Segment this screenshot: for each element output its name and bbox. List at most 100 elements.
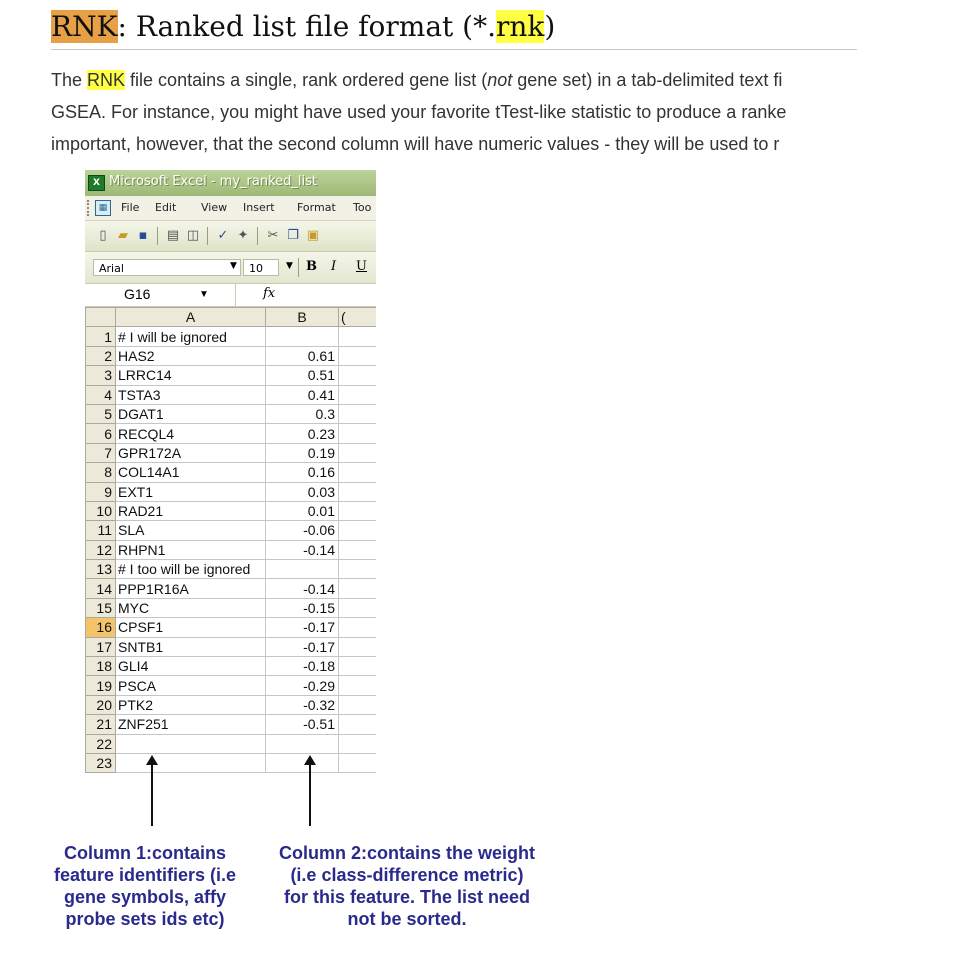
cell-c[interactable] — [338, 617, 376, 638]
row-header[interactable]: 14 — [85, 578, 116, 599]
cell-c[interactable] — [338, 481, 376, 502]
cell-c[interactable] — [338, 442, 376, 464]
cell-c[interactable] — [338, 752, 376, 774]
row-header[interactable]: 19 — [85, 675, 116, 696]
row-header[interactable]: 11 — [85, 520, 116, 541]
cell-a[interactable] — [115, 733, 266, 754]
print-icon[interactable]: ▤ — [165, 228, 181, 244]
row-header[interactable]: 16 — [85, 617, 116, 638]
menu-view[interactable]: View — [201, 201, 227, 214]
save-icon[interactable]: ▪ — [135, 228, 151, 244]
cell-c[interactable] — [338, 345, 376, 367]
cell-b[interactable]: -0.17 — [265, 617, 339, 638]
cell-b[interactable]: 0.3 — [265, 403, 339, 425]
row-header[interactable]: 13 — [85, 559, 116, 580]
menu-insert[interactable]: Insert — [243, 201, 275, 214]
cell-c[interactable] — [338, 384, 376, 405]
cell-c[interactable] — [338, 462, 376, 483]
row-header[interactable]: 15 — [85, 597, 116, 619]
cell-c[interactable] — [338, 559, 376, 580]
cell-c[interactable] — [338, 675, 376, 696]
menu-edit[interactable]: Edit — [155, 201, 176, 214]
cell-b[interactable]: -0.14 — [265, 578, 339, 599]
paste-icon[interactable]: ▣ — [305, 228, 321, 244]
cell-c[interactable] — [338, 714, 376, 735]
name-box-dropdown-icon[interactable]: ▼ — [199, 289, 209, 300]
cell-c[interactable] — [338, 403, 376, 425]
row-header[interactable]: 20 — [85, 694, 116, 716]
cell-c[interactable] — [338, 423, 376, 444]
cell-a[interactable]: GLI4 — [115, 656, 266, 677]
row-header[interactable]: 12 — [85, 539, 116, 561]
menu-file[interactable]: File — [121, 201, 139, 214]
cell-c[interactable] — [338, 656, 376, 677]
cell-a[interactable]: ZNF251 — [115, 714, 266, 735]
cell-b[interactable] — [265, 733, 339, 754]
cell-b[interactable]: -0.18 — [265, 656, 339, 677]
name-box[interactable]: G16 ▼ — [85, 284, 236, 306]
row-header[interactable]: 2 — [85, 345, 116, 367]
cell-a[interactable]: DGAT1 — [115, 403, 266, 425]
row-header[interactable]: 1 — [85, 326, 116, 347]
cell-b[interactable] — [265, 559, 339, 580]
cell-a[interactable]: PPP1R16A — [115, 578, 266, 599]
cell-a[interactable]: MYC — [115, 597, 266, 619]
cell-b[interactable]: -0.14 — [265, 539, 339, 561]
row-header[interactable]: 8 — [85, 462, 116, 483]
cell-a[interactable]: # I will be ignored — [115, 326, 266, 347]
row-header[interactable]: 18 — [85, 656, 116, 677]
cell-b[interactable] — [265, 752, 339, 774]
workbook-icon[interactable]: ▦ — [95, 200, 111, 216]
font-size-box[interactable]: 10 — [243, 259, 279, 276]
cell-a[interactable]: PSCA — [115, 675, 266, 696]
cell-b[interactable]: 0.23 — [265, 423, 339, 444]
research-icon[interactable]: ✦ — [235, 228, 251, 244]
function-icon[interactable]: fx — [263, 286, 275, 301]
cell-c[interactable] — [338, 520, 376, 541]
cell-a[interactable]: EXT1 — [115, 481, 266, 502]
cell-c[interactable] — [338, 733, 376, 754]
cell-c[interactable] — [338, 539, 376, 561]
cell-a[interactable]: RHPN1 — [115, 539, 266, 561]
menu-tools[interactable]: Too — [353, 201, 371, 214]
menu-format[interactable]: Format — [297, 201, 336, 214]
cell-c[interactable] — [338, 326, 376, 347]
corner-cell[interactable] — [85, 306, 116, 328]
font-name-box[interactable]: Arial — [93, 259, 241, 276]
cell-a[interactable]: GPR172A — [115, 442, 266, 464]
cell-a[interactable]: RAD21 — [115, 500, 266, 522]
underline-button[interactable]: U — [356, 259, 367, 274]
cell-c[interactable] — [338, 597, 376, 619]
cell-b[interactable]: -0.29 — [265, 675, 339, 696]
cell-b[interactable]: 0.01 — [265, 500, 339, 522]
cell-a[interactable]: CPSF1 — [115, 617, 266, 638]
cell-b[interactable]: 0.03 — [265, 481, 339, 502]
cell-a[interactable]: TSTA3 — [115, 384, 266, 405]
cell-b[interactable] — [265, 326, 339, 347]
cell-a[interactable]: HAS2 — [115, 345, 266, 367]
italic-button[interactable]: I — [331, 259, 336, 274]
cell-a[interactable]: LRRC14 — [115, 365, 266, 386]
cell-b[interactable]: -0.15 — [265, 597, 339, 619]
row-header[interactable]: 7 — [85, 442, 116, 464]
spelling-icon[interactable]: ✓ — [215, 228, 231, 244]
cell-b[interactable]: -0.51 — [265, 714, 339, 735]
row-header[interactable]: 4 — [85, 384, 116, 405]
cell-b[interactable]: -0.17 — [265, 636, 339, 658]
new-icon[interactable]: ▯ — [95, 228, 111, 244]
bold-button[interactable]: B — [306, 259, 317, 274]
row-header[interactable]: 9 — [85, 481, 116, 502]
cell-b[interactable]: -0.32 — [265, 694, 339, 716]
cell-c[interactable] — [338, 694, 376, 716]
cell-b[interactable]: 0.51 — [265, 365, 339, 386]
cell-b[interactable]: 0.41 — [265, 384, 339, 405]
cell-b[interactable]: 0.61 — [265, 345, 339, 367]
copy-icon[interactable]: ❐ — [285, 228, 301, 244]
cell-a[interactable]: SNTB1 — [115, 636, 266, 658]
row-header[interactable]: 6 — [85, 423, 116, 444]
cell-a[interactable]: # I too will be ignored — [115, 559, 266, 580]
row-header[interactable]: 22 — [85, 733, 116, 754]
cut-icon[interactable]: ✂ — [265, 228, 281, 244]
cell-a[interactable]: COL14A1 — [115, 462, 266, 483]
font-dropdown-icon[interactable]: ▼ — [230, 261, 237, 271]
